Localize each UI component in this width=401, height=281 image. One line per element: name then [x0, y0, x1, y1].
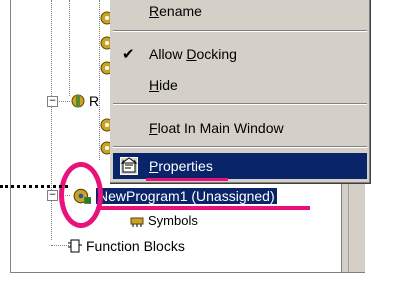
- tree-node-label: Symbols: [148, 212, 198, 228]
- collapse-toggle[interactable]: −: [47, 190, 58, 201]
- tree-node-function-blocks[interactable]: Function Blocks: [67, 236, 185, 256]
- menu-item-properties[interactable]: Properties: [113, 153, 367, 179]
- tree-node-label: NewProgram1 (Unassigned): [95, 187, 278, 205]
- menu-item-float-in-main-window[interactable]: Float In Main Window: [113, 117, 367, 139]
- tree-node-r[interactable]: R: [70, 91, 99, 111]
- menu-item-allow-docking[interactable]: ✔ Allow Docking: [113, 43, 367, 65]
- tree-node-symbols[interactable]: Symbols: [129, 210, 198, 230]
- collapse-toggle[interactable]: −: [47, 96, 58, 107]
- menu-separator: [113, 146, 367, 148]
- highlight-circle: [59, 162, 103, 228]
- menu-item-rename[interactable]: Rename: [113, 0, 367, 22]
- menu-item-label: Allow Docking: [149, 46, 237, 62]
- task-folder-icon: [71, 94, 85, 108]
- function-block-icon: [68, 239, 82, 253]
- checkmark-icon: ✔: [122, 45, 135, 63]
- menu-item-label: Hide: [149, 77, 178, 93]
- tree-line: [69, 0, 70, 96]
- highlight-underline: [100, 206, 310, 210]
- symbols-icon: [130, 217, 144, 227]
- tree-node-label: Function Blocks: [86, 238, 185, 254]
- properties-icon: [120, 157, 138, 175]
- menu-item-hide[interactable]: Hide: [113, 74, 367, 96]
- menu-separator: [113, 103, 367, 105]
- tree-line: [56, 101, 70, 102]
- tree-line: [51, 0, 52, 240]
- menu-item-label: Float In Main Window: [149, 120, 284, 136]
- context-menu: Rename ✔ Allow Docking Hide Float In Mai…: [110, 0, 371, 184]
- tree-node-label: R: [89, 93, 100, 109]
- menu-separator: [113, 30, 367, 32]
- dotted-pointer-line: [0, 185, 68, 188]
- menu-item-label: Properties: [149, 158, 213, 174]
- menu-item-label: Rename: [149, 3, 202, 19]
- highlight-underline: [146, 178, 228, 181]
